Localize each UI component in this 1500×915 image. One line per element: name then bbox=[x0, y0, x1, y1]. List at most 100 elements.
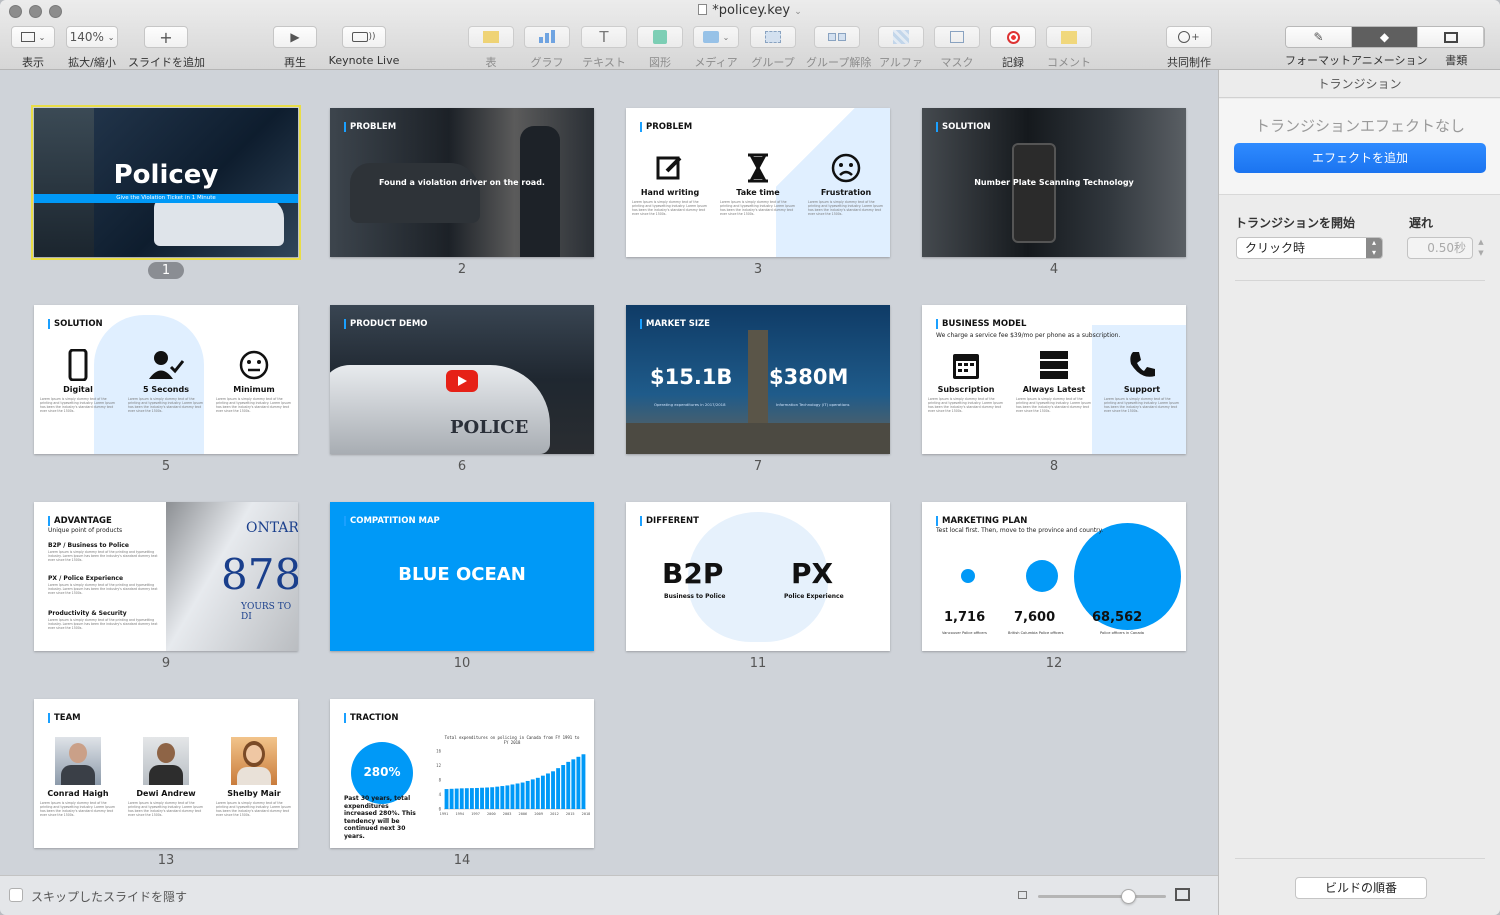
keynote-live-icon: )) bbox=[342, 26, 386, 48]
animate-tab[interactable]: ◆ bbox=[1352, 27, 1418, 47]
chart-bar bbox=[581, 754, 586, 809]
document-icon bbox=[698, 4, 708, 15]
group-button[interactable]: グループ bbox=[750, 26, 796, 69]
slide-8-text: We charge a service fee $39/mo per phone… bbox=[936, 332, 1121, 339]
slide-thumbnail-6[interactable]: POLICE PRODUCT DEMO bbox=[330, 305, 594, 454]
view-button[interactable]: ⌄ 表示 bbox=[10, 26, 56, 69]
slide-number-11: 11 bbox=[749, 656, 767, 671]
chart-button[interactable]: グラフ bbox=[524, 26, 570, 69]
slide-11-tag: DIFFERENT bbox=[640, 516, 699, 526]
chart-bar bbox=[485, 787, 490, 809]
inspector-header: トランジション bbox=[1219, 70, 1500, 98]
youtube-play-icon[interactable] bbox=[446, 370, 478, 392]
slide-6-tag: PRODUCT DEMO bbox=[344, 319, 428, 329]
keynote-window: *policey.key ⌄ ⌄ 表示 140% ⌄ 拡大/縮小 + スライドを… bbox=[0, 0, 1500, 915]
slide-thumbnail-5[interactable]: SOLUTION Digital Lorem Ipsum is simply du… bbox=[34, 305, 298, 454]
play-button[interactable]: ▶ 再生 bbox=[272, 26, 318, 69]
slide-11-label-1: Business to Police bbox=[664, 593, 726, 600]
slide-11-value-2: PX bbox=[791, 557, 834, 590]
slide-thumbnail-2[interactable]: PROBLEM Found a violation driver on the … bbox=[330, 108, 594, 257]
slide-1-title: Policey bbox=[113, 160, 219, 190]
slide-thumbnail-8[interactable]: BUSINESS MODEL We charge a service fee $… bbox=[922, 305, 1186, 454]
slide-14-text: Past 30 years, total expenditures increa… bbox=[344, 795, 416, 840]
comment-button[interactable]: コメント bbox=[1046, 26, 1092, 69]
slide-thumbnail-12[interactable]: MARKETING PLAN Test local first. Then, m… bbox=[922, 502, 1186, 651]
neutral-face-icon bbox=[216, 349, 292, 381]
slide-2-text: Found a violation driver on the road. bbox=[379, 178, 545, 187]
format-tab[interactable]: ✎ bbox=[1286, 27, 1352, 47]
slide-thumbnail-14[interactable]: TRACTION 280% Past 30 years, total expen… bbox=[330, 699, 594, 848]
hide-skipped-label: スキップしたスライドを隠す bbox=[31, 890, 188, 904]
hide-skipped-checkbox[interactable] bbox=[9, 888, 23, 902]
pencil-icon bbox=[632, 152, 708, 184]
x-tick-label: 2015 bbox=[566, 812, 575, 816]
animate-icon: ◆ bbox=[1379, 30, 1390, 44]
slide-number-7: 7 bbox=[753, 459, 763, 474]
police-lettering: POLICE bbox=[450, 417, 529, 438]
slide-3-tag: PROBLEM bbox=[640, 122, 692, 132]
format-tab-label: フォーマット bbox=[1285, 54, 1351, 67]
delay-label: 遅れ bbox=[1409, 216, 1434, 230]
document-tab[interactable] bbox=[1418, 27, 1484, 47]
slide-number-1: 1 bbox=[34, 262, 298, 279]
slide-7-value-1: $15.1B bbox=[650, 365, 733, 389]
document-title[interactable]: *policey.key ⌄ bbox=[0, 3, 1500, 18]
chart-bar bbox=[515, 783, 520, 809]
slide-number-10: 10 bbox=[453, 656, 471, 671]
slide-number-5: 5 bbox=[161, 459, 171, 474]
sad-face-icon bbox=[808, 152, 884, 184]
mask-button[interactable]: マスク bbox=[934, 26, 980, 69]
text-button[interactable]: T テキスト bbox=[580, 26, 628, 69]
collaborate-button[interactable]: + 共同制作 bbox=[1164, 26, 1214, 69]
chart-bar bbox=[566, 761, 571, 809]
thumbnail-size-slider[interactable] bbox=[1038, 889, 1166, 904]
slide-thumbnail-4[interactable]: SOLUTION Number Plate Scanning Technolog… bbox=[922, 108, 1186, 257]
chart-bar bbox=[530, 779, 535, 809]
media-button[interactable]: ⌄ メディア bbox=[692, 26, 740, 69]
add-effect-button[interactable]: エフェクトを追加 bbox=[1234, 143, 1486, 173]
x-tick-label: 1991 bbox=[440, 812, 449, 816]
slide-14-tag: TRACTION bbox=[344, 713, 398, 723]
plus-icon: + bbox=[144, 26, 188, 48]
slide-thumbnail-13[interactable]: TEAM Conrad Haigh Lorem Ipsum is simply d… bbox=[34, 699, 298, 848]
slider-knob[interactable] bbox=[1120, 889, 1136, 904]
chart-title: Total expenditures on policing in Canada… bbox=[444, 735, 580, 745]
animate-tab-label: アニメーション bbox=[1351, 54, 1428, 67]
chart-bar bbox=[500, 786, 505, 809]
slide-10-tag: COMPATITION MAP bbox=[344, 516, 440, 526]
slide-8-tag: BUSINESS MODEL bbox=[936, 319, 1026, 329]
delay-stepper[interactable]: ▲ ▼ bbox=[1476, 237, 1486, 259]
chart-bar bbox=[454, 788, 459, 809]
start-transition-popup[interactable]: クリック時 ▴ ▾ bbox=[1236, 237, 1383, 259]
photo-car bbox=[350, 163, 480, 223]
slide-7-label-2: Information Technology (IT) operations bbox=[776, 402, 850, 407]
slide-thumbnail-7[interactable]: MARKET SIZE $15.1B $380M Operating expen… bbox=[626, 305, 890, 454]
alpha-icon bbox=[878, 26, 924, 48]
slide-thumbnail-11[interactable]: DIFFERENT B2P PX Business to Police Poli… bbox=[626, 502, 890, 651]
slide-thumbnail-3[interactable]: PROBLEM Hand writing Lorem Ipsum is simpl… bbox=[626, 108, 890, 257]
slide-number-12: 12 bbox=[1045, 656, 1063, 671]
alpha-button[interactable]: アルファ bbox=[878, 26, 924, 69]
keynote-live-button[interactable]: )) Keynote Live bbox=[328, 26, 400, 67]
shape-icon bbox=[637, 26, 683, 48]
slide-thumbnail-10[interactable]: COMPATITION MAP BLUE OCEAN bbox=[330, 502, 594, 651]
slide-thumbnail-9[interactable]: ONTAR 878 YOURS TO DI ADVANTAGE Unique p… bbox=[34, 502, 298, 651]
slide-number-14: 14 bbox=[453, 853, 471, 868]
slide-12-tag: MARKETING PLAN bbox=[936, 516, 1027, 526]
table-button[interactable]: 表 bbox=[468, 26, 514, 69]
chart-bar bbox=[444, 789, 449, 809]
shape-button[interactable]: 図形 bbox=[637, 26, 683, 69]
slide-12-value-3: 68,562 bbox=[1092, 610, 1143, 625]
add-slide-button[interactable]: + スライドを追加 bbox=[128, 26, 205, 69]
slide-thumbnail-1[interactable]: Policey Give the Violation Ticket in 1 M… bbox=[31, 105, 301, 260]
no-transition-text: トランジションエフェクトなし bbox=[1254, 117, 1465, 135]
zoom-menu[interactable]: 140% ⌄ 拡大/縮小 bbox=[66, 26, 118, 69]
collaborate-icon: + bbox=[1166, 26, 1212, 48]
build-order-button[interactable]: ビルドの順番 bbox=[1295, 877, 1427, 899]
ungroup-button[interactable]: グループ解除 bbox=[806, 26, 871, 69]
record-button[interactable]: 記録 bbox=[990, 26, 1036, 69]
slide-9-item-1: B2P / Business to Police bbox=[48, 542, 129, 549]
delay-field[interactable]: 0.50秒 bbox=[1407, 237, 1473, 259]
chart-bar bbox=[449, 788, 454, 809]
document-icon bbox=[1443, 31, 1458, 43]
